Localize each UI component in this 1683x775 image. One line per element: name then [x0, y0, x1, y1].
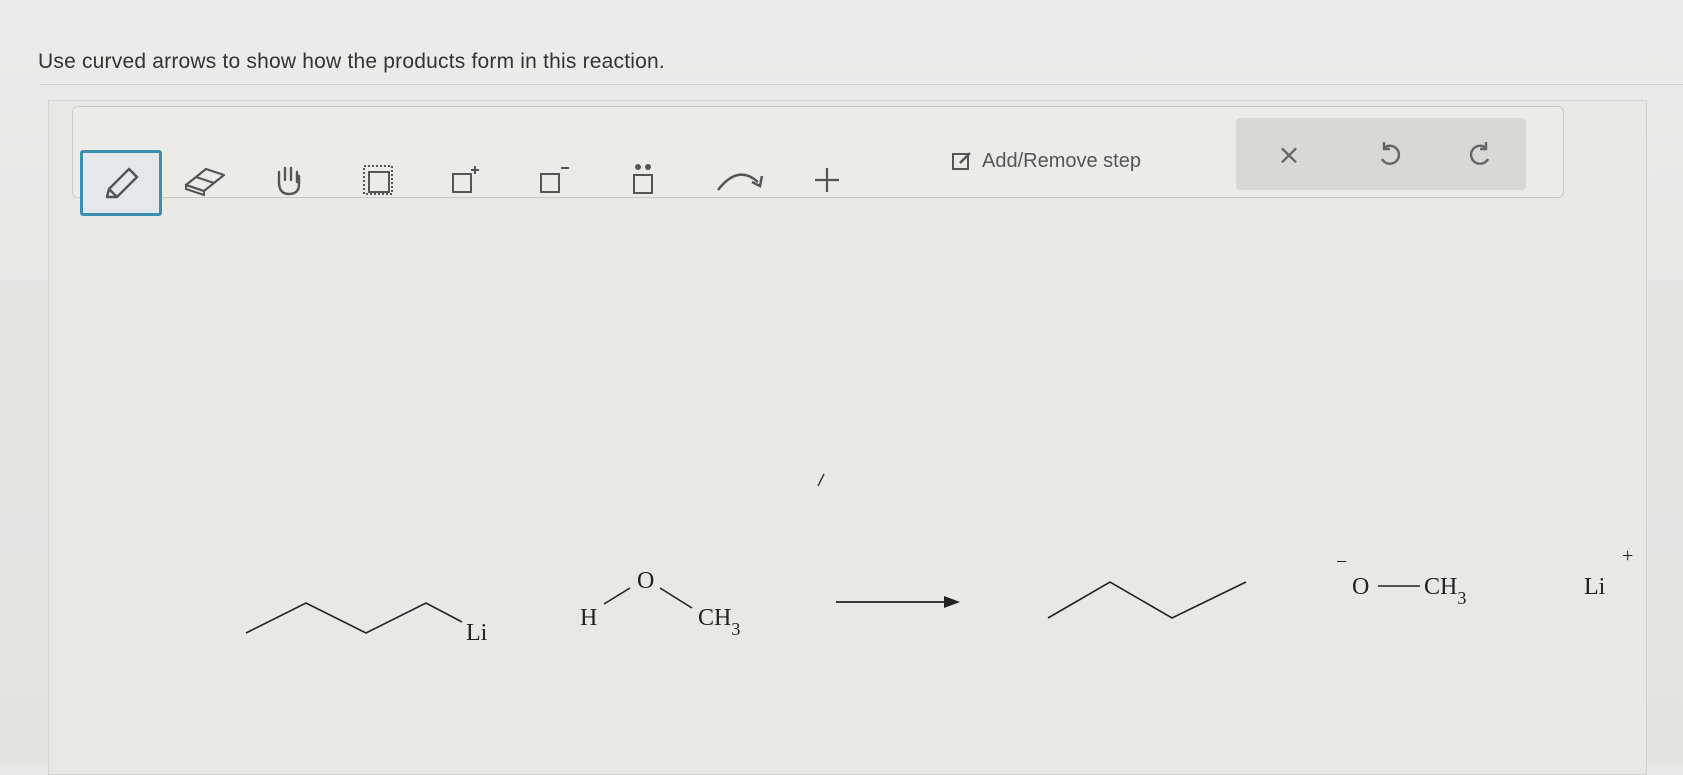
reaction-arrow-head	[944, 596, 960, 608]
o-ch3-bond	[659, 587, 693, 609]
o-label-methanol: O	[637, 568, 654, 594]
butane-product	[1047, 581, 1247, 619]
ch-text-product: CH	[1424, 574, 1457, 600]
negative-charge-label: −	[1336, 551, 1347, 573]
li-label-product: Li	[1584, 574, 1606, 600]
li-label-reactant: Li	[466, 620, 488, 646]
o-label-methoxide: O	[1352, 574, 1369, 600]
butyl-chain-reactant	[245, 602, 463, 634]
ch-text: CH	[698, 605, 731, 631]
positive-charge-label: +	[1622, 545, 1633, 567]
stray-mark	[817, 473, 825, 487]
reaction-scheme: Li H O CH3 − O CH3 Li +	[245, 473, 1633, 646]
ch3-label-methanol: CH3	[698, 605, 740, 639]
ch3-subscript: 3	[731, 619, 740, 639]
h-o-bond	[603, 587, 631, 605]
ch3-label-methoxide: CH3	[1424, 574, 1466, 608]
h-label: H	[580, 605, 597, 631]
ch3-subscript-product: 3	[1457, 588, 1466, 608]
